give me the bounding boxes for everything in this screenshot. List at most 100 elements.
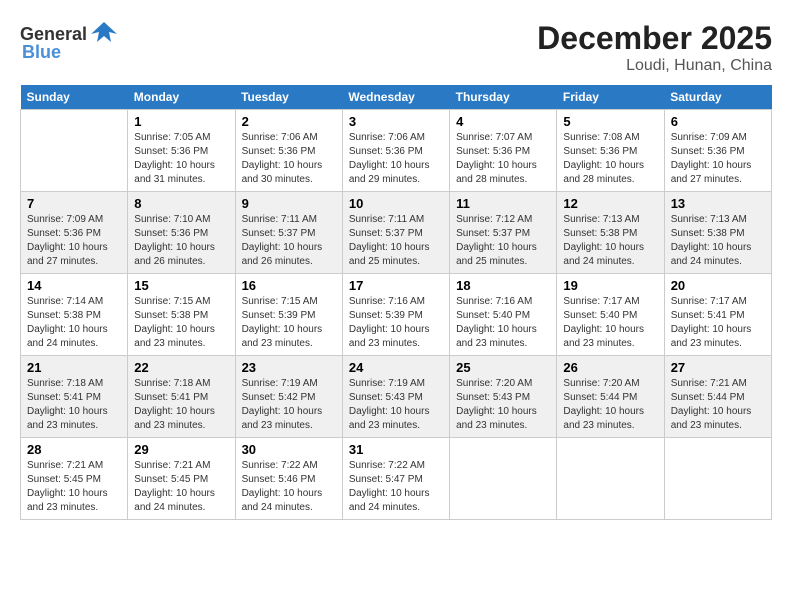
day-info: Sunrise: 7:15 AM Sunset: 5:38 PM Dayligh… xyxy=(134,295,228,351)
day-cell xyxy=(557,438,664,520)
day-cell: 7Sunrise: 7:09 AM Sunset: 5:36 PM Daylig… xyxy=(21,192,128,274)
day-number: 14 xyxy=(27,278,121,293)
calendar-table: SundayMondayTuesdayWednesdayThursdayFrid… xyxy=(20,85,772,520)
day-number: 18 xyxy=(456,278,550,293)
day-info: Sunrise: 7:20 AM Sunset: 5:44 PM Dayligh… xyxy=(563,377,657,433)
day-info: Sunrise: 7:21 AM Sunset: 5:45 PM Dayligh… xyxy=(134,459,228,515)
day-number: 6 xyxy=(671,114,765,129)
day-cell: 8Sunrise: 7:10 AM Sunset: 5:36 PM Daylig… xyxy=(128,192,235,274)
day-number: 27 xyxy=(671,360,765,375)
day-info: Sunrise: 7:17 AM Sunset: 5:41 PM Dayligh… xyxy=(671,295,765,351)
day-cell: 9 Sunrise: 7:11 AM Sunset: 5:37 PM Daylig… xyxy=(235,192,342,274)
week-row-3: 14Sunrise: 7:14 AM Sunset: 5:38 PM Dayli… xyxy=(21,274,772,356)
day-number: 24 xyxy=(349,360,443,375)
day-number: 10 xyxy=(349,196,443,211)
day-info: Sunrise: 7:15 AM Sunset: 5:39 PM Dayligh… xyxy=(242,295,336,351)
day-info: Sunrise: 7:05 AM Sunset: 5:36 PM Dayligh… xyxy=(134,131,228,187)
column-header-friday: Friday xyxy=(557,85,664,110)
week-row-2: 7Sunrise: 7:09 AM Sunset: 5:36 PM Daylig… xyxy=(21,192,772,274)
day-cell xyxy=(664,438,771,520)
column-header-sunday: Sunday xyxy=(21,85,128,110)
day-info: Sunrise: 7:22 AM Sunset: 5:46 PM Dayligh… xyxy=(242,459,336,515)
day-cell: 17Sunrise: 7:16 AM Sunset: 5:39 PM Dayli… xyxy=(342,274,449,356)
day-number: 4 xyxy=(456,114,550,129)
day-cell: 4Sunrise: 7:07 AM Sunset: 5:36 PM Daylig… xyxy=(450,110,557,192)
day-number: 30 xyxy=(242,442,336,457)
day-number: 23 xyxy=(242,360,336,375)
day-number: 22 xyxy=(134,360,228,375)
column-header-thursday: Thursday xyxy=(450,85,557,110)
day-info: Sunrise: 7:06 AM Sunset: 5:36 PM Dayligh… xyxy=(349,131,443,187)
day-cell: 29 Sunrise: 7:21 AM Sunset: 5:45 PM Dayli… xyxy=(128,438,235,520)
day-number: 20 xyxy=(671,278,765,293)
day-cell: 10 Sunrise: 7:11 AM Sunset: 5:37 PM Dayli… xyxy=(342,192,449,274)
day-cell: 28Sunrise: 7:21 AM Sunset: 5:45 PM Dayli… xyxy=(21,438,128,520)
day-cell: 22 Sunrise: 7:18 AM Sunset: 5:41 PM Dayli… xyxy=(128,356,235,438)
day-number: 19 xyxy=(563,278,657,293)
day-number: 5 xyxy=(563,114,657,129)
day-cell: 19 Sunrise: 7:17 AM Sunset: 5:40 PM Dayli… xyxy=(557,274,664,356)
title-block: December 2025 Loudi, Hunan, China xyxy=(537,20,772,75)
column-header-tuesday: Tuesday xyxy=(235,85,342,110)
day-info: Sunrise: 7:21 AM Sunset: 5:44 PM Dayligh… xyxy=(671,377,765,433)
logo-blue-text: Blue xyxy=(22,42,61,63)
day-cell: 15Sunrise: 7:15 AM Sunset: 5:38 PM Dayli… xyxy=(128,274,235,356)
day-number: 8 xyxy=(134,196,228,211)
day-number: 13 xyxy=(671,196,765,211)
day-number: 21 xyxy=(27,360,121,375)
day-cell: 24 Sunrise: 7:19 AM Sunset: 5:43 PM Dayli… xyxy=(342,356,449,438)
day-cell: 21 Sunrise: 7:18 AM Sunset: 5:41 PM Dayli… xyxy=(21,356,128,438)
day-number: 3 xyxy=(349,114,443,129)
page-header: General Blue December 2025 Loudi, Hunan,… xyxy=(20,20,772,75)
day-cell: 1 Sunrise: 7:05 AM Sunset: 5:36 PM Daylig… xyxy=(128,110,235,192)
day-number: 17 xyxy=(349,278,443,293)
day-info: Sunrise: 7:09 AM Sunset: 5:36 PM Dayligh… xyxy=(27,213,121,269)
day-info: Sunrise: 7:20 AM Sunset: 5:43 PM Dayligh… xyxy=(456,377,550,433)
day-cell: 20 Sunrise: 7:17 AM Sunset: 5:41 PM Dayli… xyxy=(664,274,771,356)
week-row-4: 21 Sunrise: 7:18 AM Sunset: 5:41 PM Dayli… xyxy=(21,356,772,438)
day-cell: 2Sunrise: 7:06 AM Sunset: 5:36 PM Daylig… xyxy=(235,110,342,192)
location-title: Loudi, Hunan, China xyxy=(537,57,772,75)
day-info: Sunrise: 7:18 AM Sunset: 5:41 PM Dayligh… xyxy=(134,377,228,433)
day-number: 16 xyxy=(242,278,336,293)
day-number: 26 xyxy=(563,360,657,375)
day-number: 9 xyxy=(242,196,336,211)
day-info: Sunrise: 7:06 AM Sunset: 5:36 PM Dayligh… xyxy=(242,131,336,187)
day-number: 31 xyxy=(349,442,443,457)
day-info: Sunrise: 7:12 AM Sunset: 5:37 PM Dayligh… xyxy=(456,213,550,269)
day-info: Sunrise: 7:08 AM Sunset: 5:36 PM Dayligh… xyxy=(563,131,657,187)
day-cell: 31 Sunrise: 7:22 AM Sunset: 5:47 PM Dayli… xyxy=(342,438,449,520)
day-cell: 12Sunrise: 7:13 AM Sunset: 5:38 PM Dayli… xyxy=(557,192,664,274)
day-info: Sunrise: 7:11 AM Sunset: 5:37 PM Dayligh… xyxy=(349,213,443,269)
day-number: 1 xyxy=(134,114,228,129)
day-cell: 26 Sunrise: 7:20 AM Sunset: 5:44 PM Dayli… xyxy=(557,356,664,438)
day-info: Sunrise: 7:19 AM Sunset: 5:42 PM Dayligh… xyxy=(242,377,336,433)
logo-bird-icon xyxy=(89,20,119,48)
column-header-wednesday: Wednesday xyxy=(342,85,449,110)
day-cell: 30 Sunrise: 7:22 AM Sunset: 5:46 PM Dayli… xyxy=(235,438,342,520)
day-number: 12 xyxy=(563,196,657,211)
column-header-saturday: Saturday xyxy=(664,85,771,110)
day-cell: 11 Sunrise: 7:12 AM Sunset: 5:37 PM Dayli… xyxy=(450,192,557,274)
day-info: Sunrise: 7:18 AM Sunset: 5:41 PM Dayligh… xyxy=(27,377,121,433)
day-info: Sunrise: 7:11 AM Sunset: 5:37 PM Dayligh… xyxy=(242,213,336,269)
day-number: 29 xyxy=(134,442,228,457)
calendar-header-row: SundayMondayTuesdayWednesdayThursdayFrid… xyxy=(21,85,772,110)
day-info: Sunrise: 7:19 AM Sunset: 5:43 PM Dayligh… xyxy=(349,377,443,433)
week-row-1: 1 Sunrise: 7:05 AM Sunset: 5:36 PM Daylig… xyxy=(21,110,772,192)
day-info: Sunrise: 7:22 AM Sunset: 5:47 PM Dayligh… xyxy=(349,459,443,515)
day-cell: 6 Sunrise: 7:09 AM Sunset: 5:36 PM Daylig… xyxy=(664,110,771,192)
day-info: Sunrise: 7:13 AM Sunset: 5:38 PM Dayligh… xyxy=(671,213,765,269)
day-info: Sunrise: 7:09 AM Sunset: 5:36 PM Dayligh… xyxy=(671,131,765,187)
month-title: December 2025 xyxy=(537,20,772,57)
day-cell: 14Sunrise: 7:14 AM Sunset: 5:38 PM Dayli… xyxy=(21,274,128,356)
day-info: Sunrise: 7:16 AM Sunset: 5:40 PM Dayligh… xyxy=(456,295,550,351)
day-cell: 5 Sunrise: 7:08 AM Sunset: 5:36 PM Daylig… xyxy=(557,110,664,192)
logo: General Blue xyxy=(20,20,119,63)
day-cell: 27 Sunrise: 7:21 AM Sunset: 5:44 PM Dayli… xyxy=(664,356,771,438)
day-cell: 13 Sunrise: 7:13 AM Sunset: 5:38 PM Dayli… xyxy=(664,192,771,274)
column-header-monday: Monday xyxy=(128,85,235,110)
day-number: 11 xyxy=(456,196,550,211)
day-info: Sunrise: 7:17 AM Sunset: 5:40 PM Dayligh… xyxy=(563,295,657,351)
day-cell: 16 Sunrise: 7:15 AM Sunset: 5:39 PM Dayli… xyxy=(235,274,342,356)
